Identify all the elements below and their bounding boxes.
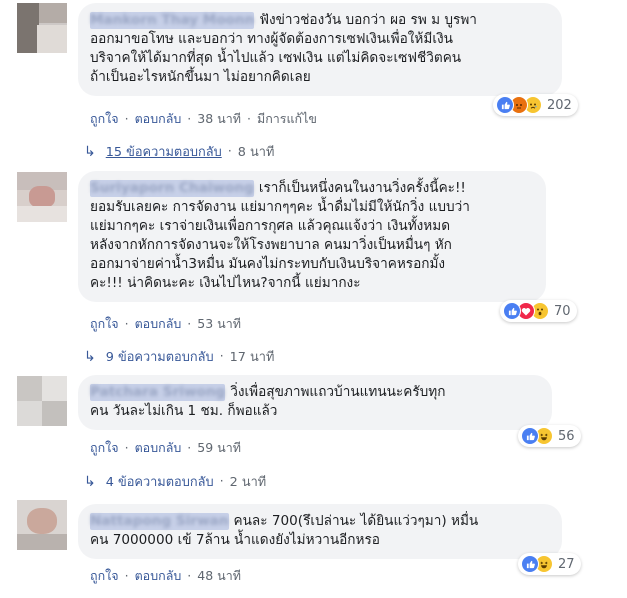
- reaction-summary[interactable]: 56: [518, 425, 581, 447]
- replies-time: 8 นาที: [237, 145, 275, 160]
- reaction-count: 202: [547, 97, 572, 113]
- reply-link[interactable]: ตอบกลับ: [135, 568, 182, 583]
- reply-link[interactable]: ตอบกลับ: [135, 111, 182, 126]
- comment-bubble: Mankorn Thay Moonn ฟังข่าวช่องวัน บอกว่า …: [78, 3, 562, 96]
- comment-time[interactable]: 38 นาที: [197, 111, 241, 126]
- reaction-summary[interactable]: 70: [500, 300, 577, 322]
- like-link[interactable]: ถูกใจ: [90, 111, 119, 126]
- view-replies[interactable]: ↳ 9 ข้อความตอบกลับ · 17 นาที: [84, 346, 274, 367]
- comment-line: Mankorn Thay Moonn ฟังข่าวช่องวัน บอกว่า …: [90, 12, 477, 29]
- comment-actions: ถูกใจ · ตอบกลับ · 38 นาที · มีการแก้ไข: [90, 111, 317, 126]
- comment-line: หลังจากหักการจัดงานจะให้โรงพยาบาล คนมาวิ…: [90, 237, 452, 253]
- edited-label[interactable]: มีการแก้ไข: [257, 111, 317, 126]
- comment-line: ออกมาขอโทษ และบอกว่า ทางผู้จัดต้องการเซฟ…: [90, 31, 453, 47]
- like-link[interactable]: ถูกใจ: [90, 316, 119, 331]
- replies-time: 17 นาที: [229, 350, 275, 365]
- replies-count[interactable]: 9 ข้อความตอบกลับ: [106, 346, 214, 367]
- comment-author[interactable]: Suriyaporn Chaiwong: [90, 180, 254, 197]
- comment-line: คะ!!! น่าคิดนะคะ เงินไปไหน?จากนี้ แย่มาก…: [90, 275, 361, 291]
- comment-line: แย่มากๆคะ เราจ่ายเงินเพื่อการกุศล แล้วคุ…: [90, 218, 451, 234]
- like-link[interactable]: ถูกใจ: [90, 568, 119, 583]
- view-replies[interactable]: ↳ 4 ข้อความตอบกลับ · 2 นาที: [84, 471, 266, 492]
- reply-arrow-icon: ↳: [84, 473, 96, 490]
- like-icon: [521, 427, 539, 445]
- comment-line: ออกมาจ่ายค่าน้ำ3หมื่น มันคงไม่กระทบกับเง…: [90, 256, 446, 272]
- reaction-summary[interactable]: 202: [493, 94, 578, 116]
- comment-actions: ถูกใจ · ตอบกลับ · 53 นาที: [90, 316, 241, 331]
- reaction-count: 27: [558, 556, 575, 572]
- avatar[interactable]: [17, 3, 67, 53]
- reply-link[interactable]: ตอบกลับ: [135, 316, 182, 331]
- reaction-count: 56: [558, 428, 575, 444]
- avatar[interactable]: [17, 376, 67, 426]
- comment-bubble: Nattapong Sirwan คนละ 700(รึเปล่านะ ได้ยิ…: [78, 504, 562, 559]
- comment-author[interactable]: Mankorn Thay Moonn: [90, 12, 255, 29]
- like-icon: [503, 302, 521, 320]
- comment-actions: ถูกใจ · ตอบกลับ · 59 นาที: [90, 440, 241, 455]
- comment-line: ยอมรับเลยคะ การจัดงาน แย่มากๆๆคะ น้ำดื่ม…: [90, 199, 470, 215]
- comment-line: ถ้าเป็นอะไรหนักขึ้นมา ไม่อยากคิดเลย: [90, 69, 311, 85]
- comment-line: Nattapong Sirwan คนละ 700(รึเปล่านะ ได้ยิ…: [90, 513, 479, 530]
- comment-bubble: Patchara Sriwong วิ่งเพื่อสุขภาพแถวบ้านแท…: [78, 375, 552, 430]
- comment-line: คน 7000000 เข้ 7ล้าน น้ำแดงยังไม่หวานอีก…: [90, 532, 380, 548]
- reply-arrow-icon: ↳: [84, 348, 96, 365]
- reaction-count: 70: [554, 303, 571, 319]
- comment-time[interactable]: 59 นาที: [197, 440, 241, 455]
- comment-time[interactable]: 53 นาที: [197, 316, 241, 331]
- replies-time: 2 นาที: [229, 475, 267, 490]
- replies-count[interactable]: 4 ข้อความตอบกลับ: [106, 471, 214, 492]
- comment-line: บริจาคให้ได้มากที่สุด น้ำไปแล้ว เซฟเงิน …: [90, 50, 462, 66]
- like-icon: [521, 555, 539, 573]
- comment-author[interactable]: Nattapong Sirwan: [90, 513, 229, 530]
- reply-link[interactable]: ตอบกลับ: [135, 440, 182, 455]
- comment-author[interactable]: Patchara Sriwong: [90, 384, 226, 401]
- view-replies[interactable]: ↳ 15 ข้อความตอบกลับ · 8 นาที: [84, 141, 274, 162]
- comment-time[interactable]: 48 นาที: [197, 568, 241, 583]
- comment-line: คน วันละไม่เกิน 1 ชม. ก็พอแล้ว: [90, 403, 278, 419]
- comment-bubble: Suriyaporn Chaiwong เราก็เป็นหนึ่งคนในงาน…: [78, 171, 546, 302]
- avatar[interactable]: [17, 172, 67, 222]
- like-link[interactable]: ถูกใจ: [90, 440, 119, 455]
- reply-arrow-icon: ↳: [84, 143, 96, 160]
- avatar[interactable]: [17, 500, 67, 550]
- like-icon: [496, 96, 514, 114]
- comment-line: Suriyaporn Chaiwong เราก็เป็นหนึ่งคนในงาน…: [90, 180, 466, 197]
- reaction-summary[interactable]: 27: [518, 553, 581, 575]
- comment-line: Patchara Sriwong วิ่งเพื่อสุขภาพแถวบ้านแท…: [90, 384, 446, 401]
- comment-actions: ถูกใจ · ตอบกลับ · 48 นาที: [90, 568, 241, 583]
- replies-count[interactable]: 15 ข้อความตอบกลับ: [106, 141, 222, 162]
